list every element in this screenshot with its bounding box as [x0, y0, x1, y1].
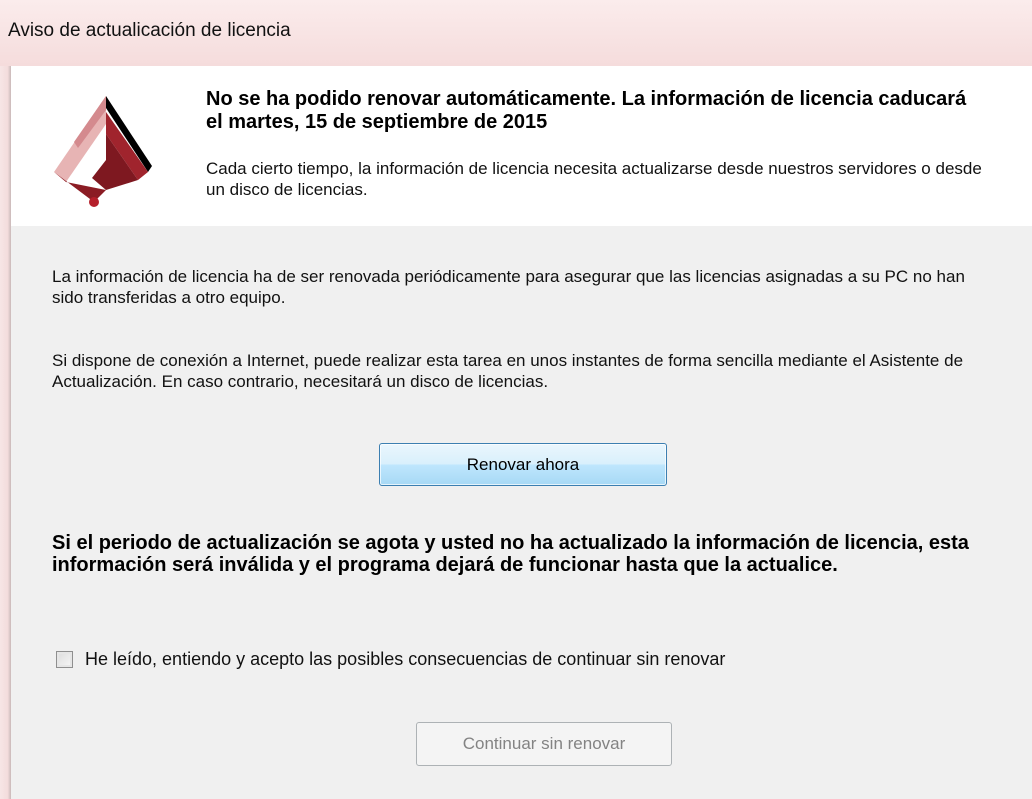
content-panel	[11, 226, 1032, 799]
acknowledge-checkbox-label[interactable]: He leído, entiendo y acepto las posibles…	[85, 648, 725, 670]
expiry-warning: Si el periodo de actualización se agota …	[52, 532, 969, 576]
renew-now-button[interactable]: Renovar ahora	[379, 443, 667, 486]
info-paragraph-internet: Si dispone de conexión a Internet, puede…	[52, 351, 964, 391]
window-title: Aviso de actualicación de licencia	[8, 20, 291, 41]
title-bar[interactable]: Aviso de actualicación de licencia	[0, 0, 1032, 66]
info-paragraph-renewal: La información de licencia ha de ser ren…	[52, 267, 965, 307]
dialog-heading: No se ha podido renovar automáticamente.…	[206, 88, 967, 133]
continue-without-renewing-button: Continuar sin renovar	[416, 722, 672, 766]
acknowledge-checkbox[interactable]	[56, 651, 73, 668]
window-frame-left	[0, 66, 11, 799]
license-update-dialog: Aviso de actualicación de licencia No se…	[0, 0, 1032, 799]
company-logo-icon	[54, 96, 152, 207]
dialog-subheading: Cada cierto tiempo, la información de li…	[206, 159, 982, 199]
